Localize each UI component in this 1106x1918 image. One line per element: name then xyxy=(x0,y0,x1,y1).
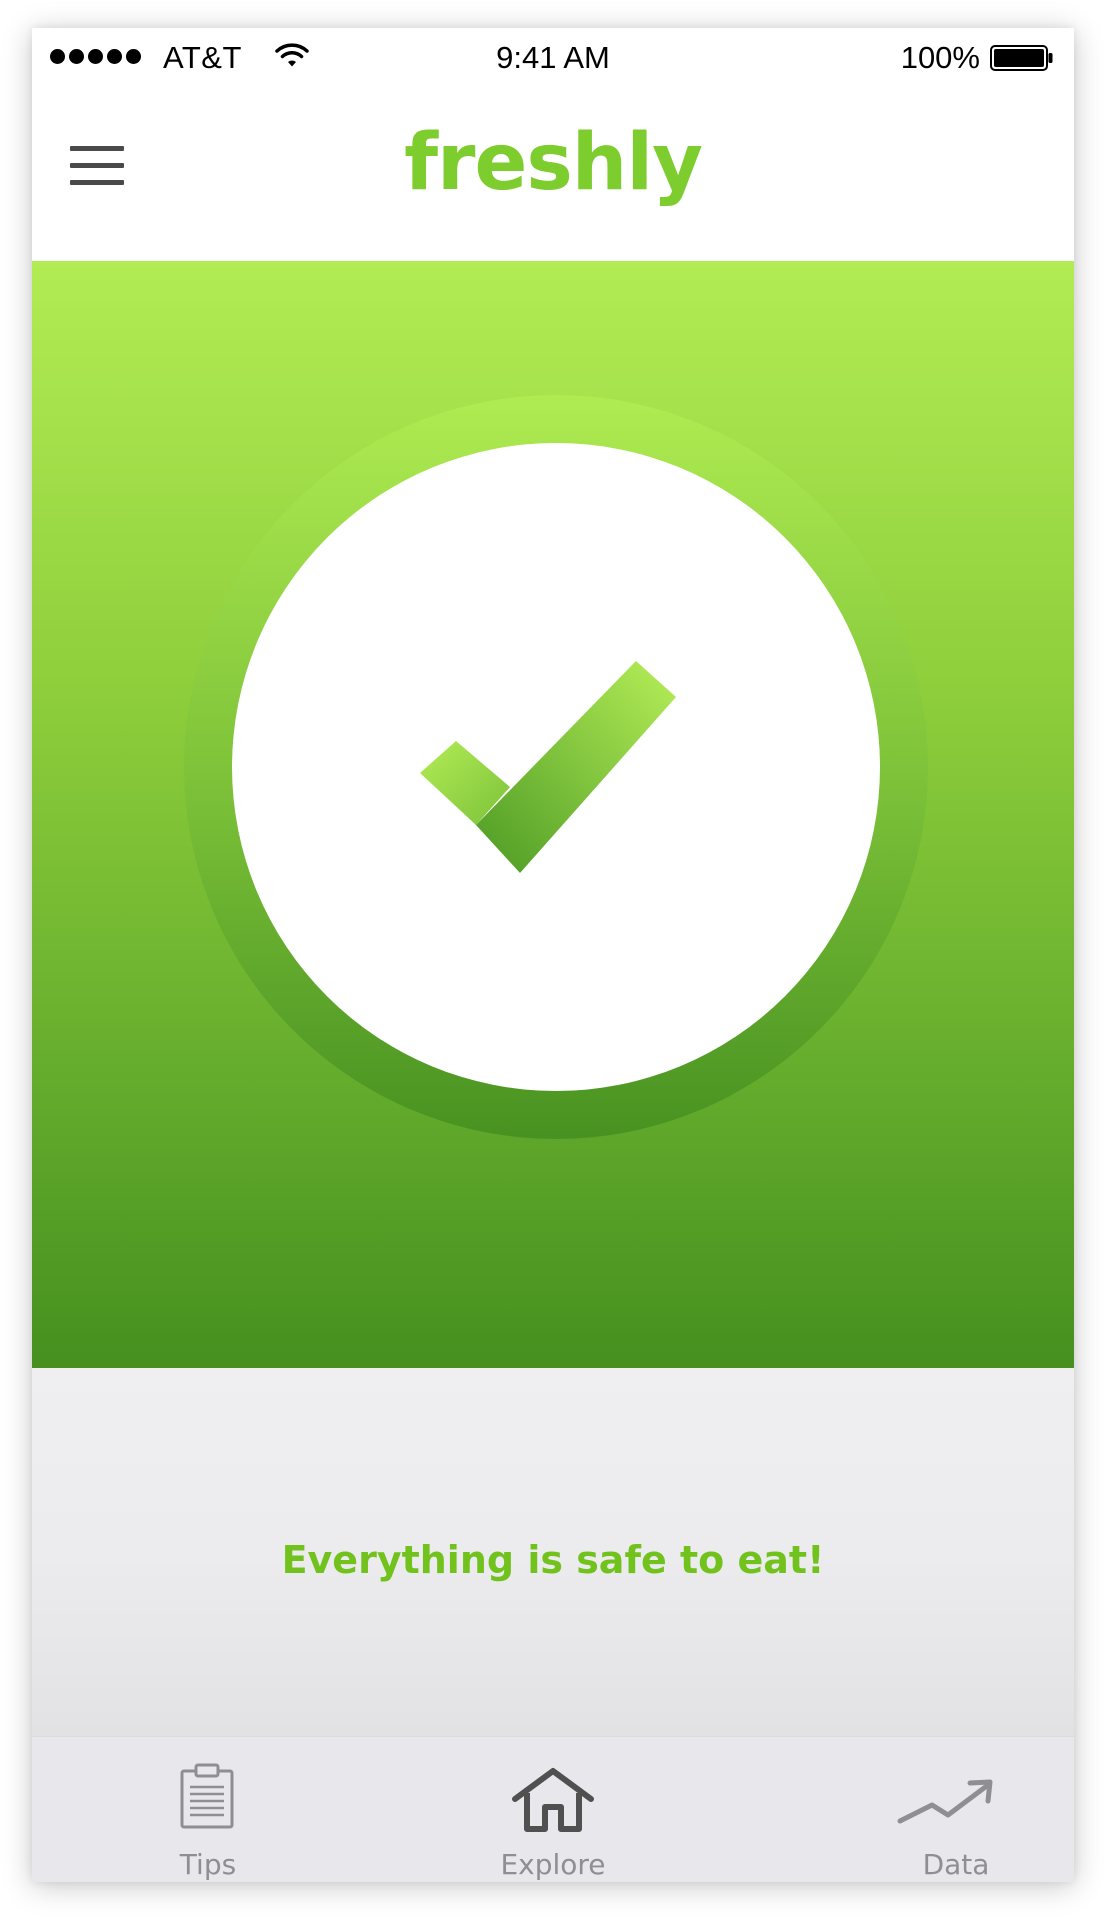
checkmark-icon xyxy=(420,661,676,873)
battery-percentage: 100% xyxy=(900,40,980,75)
tab-tips-label: Tips xyxy=(179,1848,237,1881)
tab-explore[interactable]: Explore xyxy=(473,1737,633,1882)
app-header: freshly xyxy=(32,88,1074,261)
tab-data[interactable]: Data xyxy=(876,1737,1036,1882)
app-title: freshly xyxy=(404,118,703,208)
clipboard-icon xyxy=(180,1763,234,1829)
status-message: Everything is safe to eat! xyxy=(281,1538,825,1582)
tab-bar: Tips Explore Data xyxy=(32,1736,1074,1882)
status-hero xyxy=(32,261,1074,1368)
trend-up-icon xyxy=(897,1779,993,1824)
tab-tips[interactable]: Tips xyxy=(128,1737,288,1882)
status-bar: AT&T 9:41 AM 100% xyxy=(32,28,1074,88)
tab-data-label: Data xyxy=(922,1848,990,1881)
tab-explore-label: Explore xyxy=(500,1848,606,1881)
home-icon xyxy=(512,1768,594,1832)
message-area: Everything is safe to eat! xyxy=(32,1368,1074,1736)
app-screen: AT&T 9:41 AM 100% freshly Everything is … xyxy=(32,28,1074,1882)
battery-icon xyxy=(990,45,1053,71)
